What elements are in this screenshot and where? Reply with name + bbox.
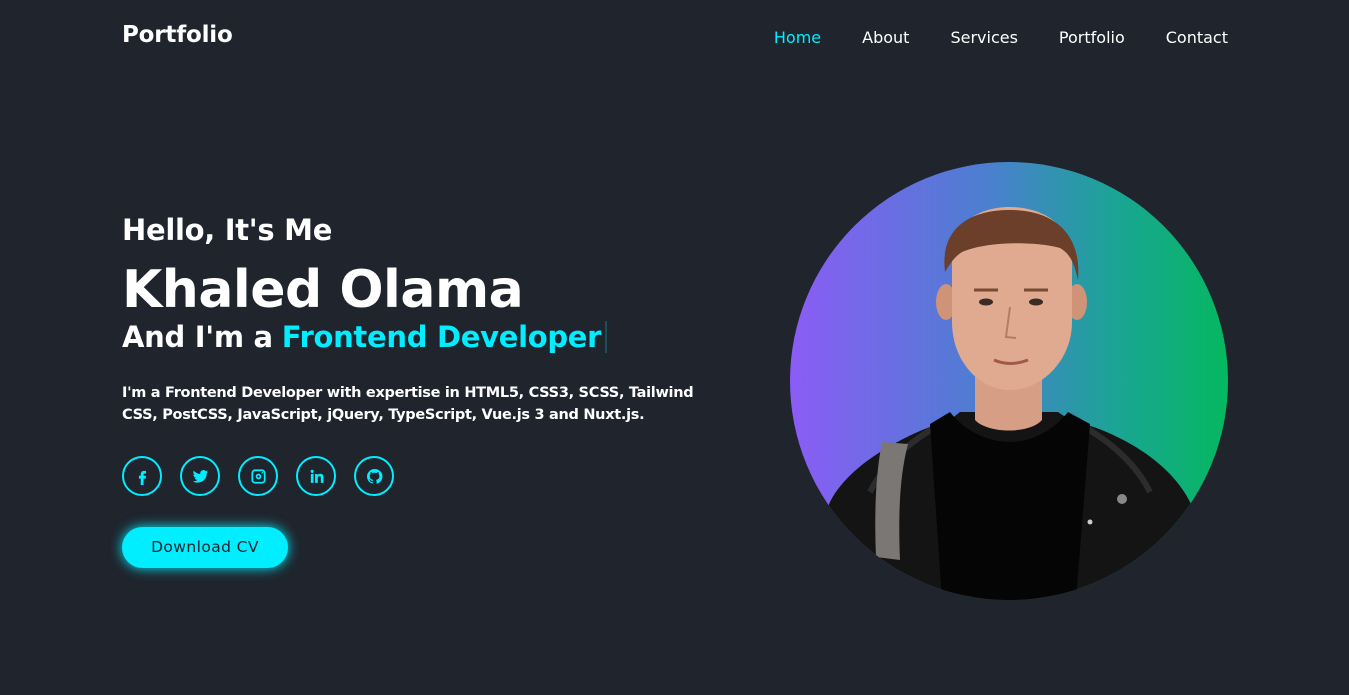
hero-content: Hello, It's Me Khaled Olama And I'm a Fr… bbox=[122, 210, 722, 568]
twitter-icon[interactable] bbox=[180, 456, 220, 496]
main-nav: Home About Services Portfolio Contact bbox=[774, 28, 1228, 48]
role-line: And I'm a Frontend Developer bbox=[122, 317, 722, 357]
download-cv-button[interactable]: Download CV bbox=[122, 527, 288, 568]
facebook-icon[interactable] bbox=[122, 456, 162, 496]
nav-contact[interactable]: Contact bbox=[1166, 28, 1228, 48]
nav-services[interactable]: Services bbox=[950, 28, 1017, 48]
linkedin-icon[interactable] bbox=[296, 456, 336, 496]
github-icon[interactable] bbox=[354, 456, 394, 496]
logo[interactable]: Portfolio bbox=[122, 22, 233, 48]
role-prefix: And I'm a bbox=[122, 320, 273, 354]
nav-portfolio[interactable]: Portfolio bbox=[1059, 28, 1125, 48]
greeting: Hello, It's Me bbox=[122, 213, 333, 247]
profile-photo bbox=[790, 162, 1228, 600]
person-illustration bbox=[790, 207, 1228, 600]
social-links bbox=[122, 456, 722, 496]
page: Portfolio Home About Services Portfolio … bbox=[0, 0, 1349, 695]
instagram-icon[interactable] bbox=[238, 456, 278, 496]
hero-description: I'm a Frontend Developer with expertise … bbox=[122, 385, 694, 423]
hero-name: Khaled Olama bbox=[122, 260, 524, 320]
nav-home[interactable]: Home bbox=[774, 28, 821, 48]
role-text: Frontend Developer bbox=[281, 320, 602, 354]
typing-cursor bbox=[605, 321, 608, 353]
nav-about[interactable]: About bbox=[862, 28, 909, 48]
